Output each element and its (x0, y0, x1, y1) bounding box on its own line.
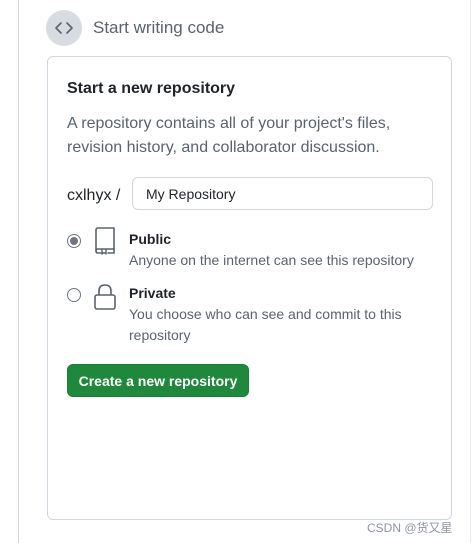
public-label: Public (129, 231, 172, 247)
lock-icon (93, 284, 117, 315)
step-title: Start writing code (93, 18, 225, 37)
private-description: You choose who can see and commit to thi… (129, 306, 402, 343)
card-title: Start a new repository (67, 80, 236, 97)
public-description: Anyone on the internet can see this repo… (129, 252, 414, 268)
private-radio[interactable] (67, 288, 81, 302)
right-border (470, 0, 471, 543)
owner-label: cxlhyx / (67, 187, 121, 204)
repository-name-input[interactable] (132, 177, 433, 210)
card-description: A repository contains all of your projec… (67, 115, 391, 156)
private-label: Private (129, 285, 176, 301)
create-repository-button[interactable]: Create a new repository (67, 364, 249, 397)
step-header: Start writing code (46, 10, 224, 46)
page: Start writing code Start a new repositor… (0, 0, 474, 543)
timeline-line (18, 0, 19, 543)
code-icon (46, 10, 82, 46)
public-radio[interactable] (67, 234, 81, 248)
watermark: CSDN @货又星 (367, 521, 453, 535)
repo-icon (93, 227, 117, 260)
new-repository-card: Start a new repository A repository cont… (47, 56, 452, 520)
